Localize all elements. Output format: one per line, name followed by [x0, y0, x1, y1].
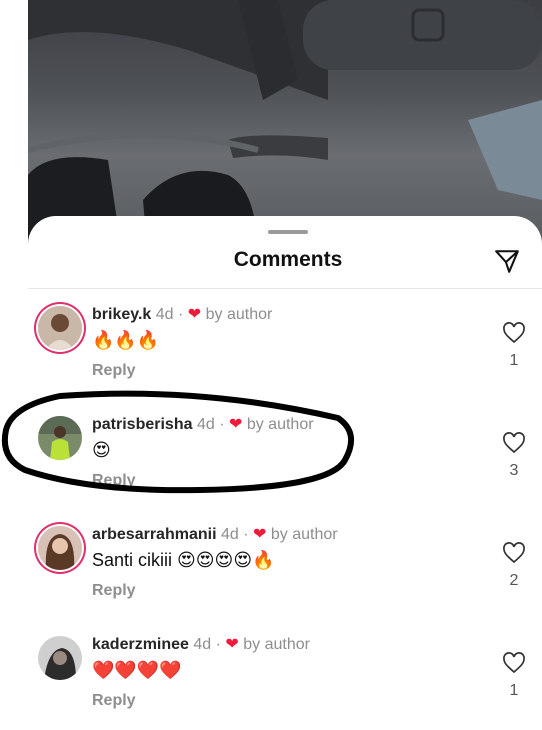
heart-outline-icon[interactable] [502, 652, 526, 674]
comment-time: 4d [193, 636, 212, 653]
author-heart-icon: ❤ [253, 526, 267, 543]
like-count: 1 [509, 682, 519, 699]
like-count: 1 [509, 352, 519, 369]
heart-outline-icon[interactable] [502, 322, 526, 344]
liked-by-author: by author [205, 306, 273, 323]
left-margin [0, 0, 28, 719]
heart-outline-icon[interactable] [502, 542, 526, 564]
comment-text: Santi cikiii 😍😍😍😍🔥 [92, 550, 275, 570]
comment-text: 🔥🔥🔥 [92, 330, 160, 350]
avatar[interactable] [38, 526, 82, 570]
comment-item: brikey.k 4d · ❤ by author 🔥🔥🔥 Reply 1 [28, 300, 542, 400]
header-divider [28, 288, 542, 289]
comment-item: arbesarrahmanii 4d · ❤ by author Santi c… [28, 520, 542, 620]
meta-separator: · [215, 636, 221, 653]
heart-outline-icon[interactable] [502, 432, 526, 454]
comment-text: ❤️❤️❤️❤️ [92, 660, 182, 680]
like-count: 2 [509, 572, 519, 589]
reply-button[interactable]: Reply [92, 582, 136, 600]
author-heart-icon: ❤ [225, 636, 239, 653]
reply-button[interactable]: Reply [92, 692, 136, 710]
author-heart-icon: ❤ [187, 306, 202, 323]
avatar[interactable] [38, 636, 82, 680]
comment-meta: arbesarrahmanii 4d · ❤ by author [92, 524, 338, 544]
comment-username[interactable]: kaderzminee [92, 636, 189, 653]
reply-button[interactable]: Reply [92, 362, 136, 380]
comment-item: kaderzminee 4d · ❤ by author ❤️❤️❤️❤️ Re… [28, 630, 542, 730]
send-icon[interactable] [494, 248, 520, 274]
liked-by-author: by author [243, 636, 310, 653]
comment-time: 4d [155, 306, 174, 323]
like-count: 3 [509, 462, 519, 479]
comment-time: 4d [220, 526, 239, 543]
comment-meta: kaderzminee 4d · ❤ by author [92, 634, 310, 654]
comment-username[interactable]: arbesarrahmanii [92, 526, 217, 543]
sheet-title: Comments [233, 248, 343, 271]
drag-handle[interactable] [268, 230, 308, 234]
liked-by-author: by author [270, 526, 338, 543]
comment-username[interactable]: brikey.k [92, 306, 151, 323]
meta-separator: · [243, 526, 249, 543]
comment-meta: brikey.k 4d · ❤ by author [92, 304, 272, 324]
meta-separator: · [178, 306, 184, 323]
avatar[interactable] [38, 306, 82, 350]
annotation-circle [1, 390, 355, 494]
